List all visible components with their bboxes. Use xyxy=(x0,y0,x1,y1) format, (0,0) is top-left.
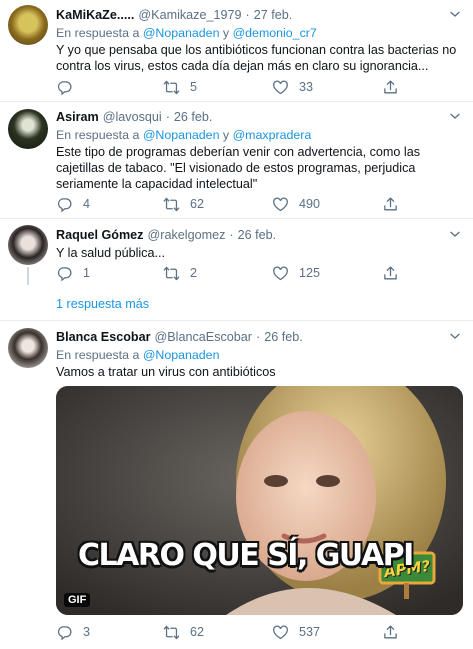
separator-dot: · xyxy=(256,330,261,344)
tweet-date[interactable]: 27 feb. xyxy=(254,8,293,22)
caret-down-icon[interactable] xyxy=(447,108,463,124)
share-icon xyxy=(382,79,399,96)
reply-context: En respuesta a @Nopanaden y @demonio_cr7 xyxy=(56,25,463,41)
retweet-count: 62 xyxy=(190,625,205,639)
like-count: 33 xyxy=(299,80,314,94)
reply-prefix: En respuesta a xyxy=(56,348,140,362)
like-count: 537 xyxy=(299,625,321,639)
retweet-count: 2 xyxy=(190,266,198,280)
share-button[interactable] xyxy=(382,623,409,641)
reply-and: y xyxy=(222,26,230,40)
author-handle[interactable]: @rakelgomez xyxy=(147,228,225,242)
separator-dot: · xyxy=(229,228,234,242)
reply-button[interactable]: 4 xyxy=(56,195,90,213)
like-icon xyxy=(272,79,289,96)
retweet-button[interactable]: 62 xyxy=(163,195,204,213)
like-icon xyxy=(272,196,289,213)
reply-prefix: En respuesta a xyxy=(56,26,140,40)
separator-dot: · xyxy=(165,110,170,124)
reply-count: 1 xyxy=(83,266,91,280)
author-handle[interactable]: @lavosqui xyxy=(103,110,162,124)
like-count: 490 xyxy=(299,197,321,211)
reply-icon xyxy=(56,79,73,96)
avatar[interactable] xyxy=(8,328,48,368)
gif-badge: GIF xyxy=(64,593,91,607)
separator-dot: · xyxy=(245,8,250,22)
reply-icon xyxy=(56,196,73,213)
share-button[interactable] xyxy=(382,195,409,213)
reply-mention[interactable]: @Nopanaden xyxy=(143,348,220,362)
retweet-button[interactable]: 5 xyxy=(163,78,197,96)
tweet-asiram[interactable]: Asiram @lavosqui · 26 feb. En respuesta … xyxy=(0,102,473,217)
reply-count: 4 xyxy=(83,197,91,211)
reply-icon xyxy=(56,265,73,282)
gif-caption: CLARO QUE SÍ, GUAPI xyxy=(78,538,414,573)
like-button[interactable]: 490 xyxy=(272,195,320,213)
gif-media[interactable]: APM? CLARO QUE SÍ, GUAPI GIF xyxy=(56,386,463,615)
retweet-button[interactable]: 2 xyxy=(163,264,197,282)
retweet-button[interactable]: 62 xyxy=(163,623,204,641)
tweet-kamikaze[interactable]: KaMiKaZe..... @Kamikaze_1979 · 27 feb. E… xyxy=(0,0,473,100)
reply-button[interactable]: 3 xyxy=(56,623,90,641)
author-name[interactable]: Raquel Gómez xyxy=(56,228,143,242)
reply-icon xyxy=(56,624,73,641)
reply-context: En respuesta a @Nopanaden xyxy=(56,347,463,363)
avatar[interactable] xyxy=(8,225,48,265)
like-count: 125 xyxy=(299,266,321,280)
caret-down-icon[interactable] xyxy=(447,226,463,242)
like-button[interactable]: 537 xyxy=(272,623,320,641)
tweet-text: Vamos a tratar un virus con antibióticos xyxy=(56,365,276,379)
share-icon xyxy=(382,624,399,641)
retweet-icon xyxy=(163,265,180,282)
avatar[interactable] xyxy=(8,109,48,149)
tweet-date[interactable]: 26 feb. xyxy=(238,228,277,242)
reply-mention[interactable]: @maxpradera xyxy=(233,128,312,142)
retweet-icon xyxy=(163,79,180,96)
tweet-date[interactable]: 26 feb. xyxy=(174,110,213,124)
author-name[interactable]: KaMiKaZe..... xyxy=(56,8,134,22)
reply-count: 3 xyxy=(83,625,91,639)
reply-context: En respuesta a @Nopanaden y @maxpradera xyxy=(56,127,463,143)
like-button[interactable]: 33 xyxy=(272,78,313,96)
share-icon xyxy=(382,265,399,282)
share-icon xyxy=(382,196,399,213)
tweet-text: Este tipo de programas deberían venir co… xyxy=(56,145,421,191)
thread-line xyxy=(27,267,29,285)
retweet-icon xyxy=(163,196,180,213)
reply-button[interactable] xyxy=(56,78,83,96)
retweet-count: 5 xyxy=(190,80,198,94)
retweet-icon xyxy=(163,624,180,641)
caret-down-icon[interactable] xyxy=(447,6,463,22)
like-icon xyxy=(272,624,289,641)
reply-prefix: En respuesta a xyxy=(56,128,140,142)
tweet-text: Y yo que pensaba que los antibióticos fu… xyxy=(56,43,457,73)
tweet-text: Y la salud pública... xyxy=(56,246,165,260)
like-button[interactable]: 125 xyxy=(272,264,320,282)
reply-mention[interactable]: @Nopanaden xyxy=(143,26,220,40)
reply-and: y xyxy=(222,128,230,142)
author-handle[interactable]: @Kamikaze_1979 xyxy=(138,8,241,22)
tweet-date[interactable]: 26 feb. xyxy=(264,330,303,344)
caret-down-icon[interactable] xyxy=(447,328,463,344)
author-name[interactable]: Blanca Escobar xyxy=(56,330,151,344)
author-handle[interactable]: @BlancaEscobar xyxy=(155,330,253,344)
more-replies-link[interactable]: 1 respuesta más xyxy=(56,297,149,311)
like-icon xyxy=(272,265,289,282)
share-button[interactable] xyxy=(382,78,409,96)
reply-mention[interactable]: @demonio_cr7 xyxy=(233,26,317,40)
reply-mention[interactable]: @Nopanaden xyxy=(143,128,220,142)
avatar[interactable] xyxy=(8,5,48,45)
reply-button[interactable]: 1 xyxy=(56,264,90,282)
author-name[interactable]: Asiram xyxy=(56,110,99,124)
share-button[interactable] xyxy=(382,264,409,282)
retweet-count: 62 xyxy=(190,197,205,211)
tweet-raquel[interactable]: Raquel Gómez @rakelgomez · 26 feb. Y la … xyxy=(0,219,473,285)
